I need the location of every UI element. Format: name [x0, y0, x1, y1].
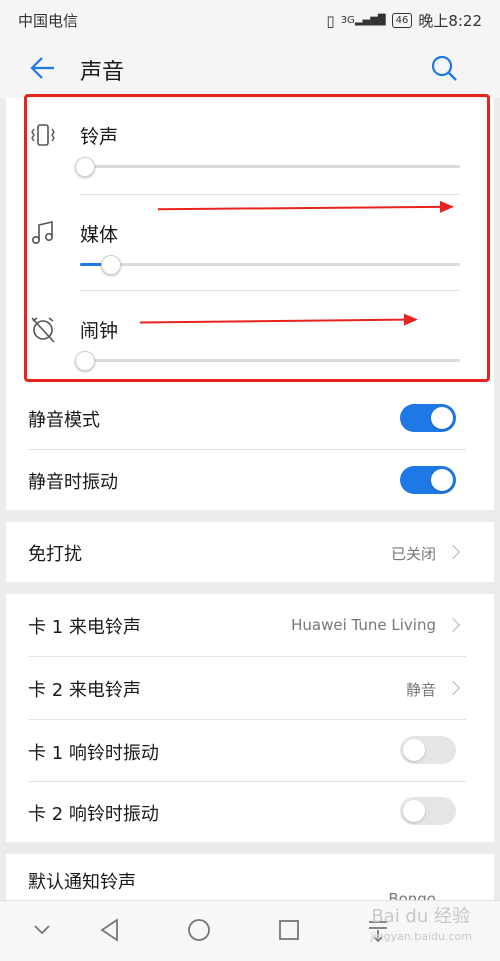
row-value: Huawei Tune Living [291, 616, 436, 634]
vibrate-status-icon: ▯ [326, 11, 335, 30]
silent-vibrate-toggle[interactable] [400, 466, 456, 494]
row-label: 静音时振动 [28, 472, 118, 493]
recents-square-icon[interactable] [277, 918, 301, 942]
annotation-box [24, 94, 490, 382]
status-right: ▯ 3G▂▄▆█ 46 晚上8:22 [326, 10, 482, 31]
row-label: 卡 2 来电铃声 [28, 680, 141, 701]
carrier-name: 中国电信 [18, 12, 79, 30]
toggle-knob [403, 800, 425, 822]
toggle-knob [403, 739, 425, 761]
row-label: 卡 2 响铃时振动 [28, 804, 159, 825]
chevron-right-icon [445, 617, 461, 633]
page-title: 声音 [80, 60, 125, 85]
clock: 晚上8:22 [418, 12, 482, 30]
row-label: 卡 1 响铃时振动 [28, 743, 159, 764]
toggle-knob [431, 407, 453, 429]
toggle-row-silent-mode[interactable]: 静音模式 [6, 388, 494, 448]
sim1-vibrate-toggle[interactable] [400, 736, 456, 764]
status-bar: 中国电信 ▯ 3G▂▄▆█ 46 晚上8:22 [0, 0, 500, 38]
network-type: 3G [340, 15, 355, 26]
toggle-row-silent-vibrate[interactable]: 静音时振动 [6, 450, 494, 510]
row-label: 静音模式 [28, 410, 100, 431]
back-triangle-icon[interactable] [98, 917, 122, 943]
row-label: 卡 1 来电铃声 [28, 617, 141, 638]
sim1-ringtone-row[interactable]: 卡 1 来电铃声 Huawei Tune Living [6, 594, 494, 656]
signal-icon: 3G▂▄▆█ [340, 15, 386, 26]
row-value: 静音 [405, 681, 436, 699]
chevron-down-icon[interactable] [32, 921, 52, 937]
row-label: 免打扰 [28, 544, 82, 565]
search-icon[interactable] [430, 54, 458, 82]
row-label: 默认通知铃声 [28, 872, 136, 893]
app-header [0, 38, 500, 98]
chevron-right-icon [445, 680, 461, 696]
silent-mode-toggle[interactable] [400, 404, 456, 432]
sim2-vibrate-toggle[interactable] [400, 797, 456, 825]
battery-icon: 46 [391, 13, 413, 28]
toggle-knob [431, 469, 453, 491]
dnd-value: 已关闭 [390, 545, 436, 563]
sim2-ringtone-row[interactable]: 卡 2 来电铃声 静音 [6, 657, 494, 719]
sim1-vibrate-row[interactable]: 卡 1 响铃时振动 [6, 720, 494, 781]
back-arrow-icon[interactable] [28, 54, 56, 82]
baidu-watermark-url: jingyan.baidu.com [370, 930, 472, 943]
dnd-row[interactable]: 免打扰 已关闭 [6, 522, 494, 582]
home-circle-icon[interactable] [186, 917, 212, 943]
chevron-right-icon [445, 544, 461, 560]
baidu-watermark: Bai du 经验 [371, 906, 470, 927]
sim2-vibrate-row[interactable]: 卡 2 响铃时振动 [6, 782, 494, 842]
